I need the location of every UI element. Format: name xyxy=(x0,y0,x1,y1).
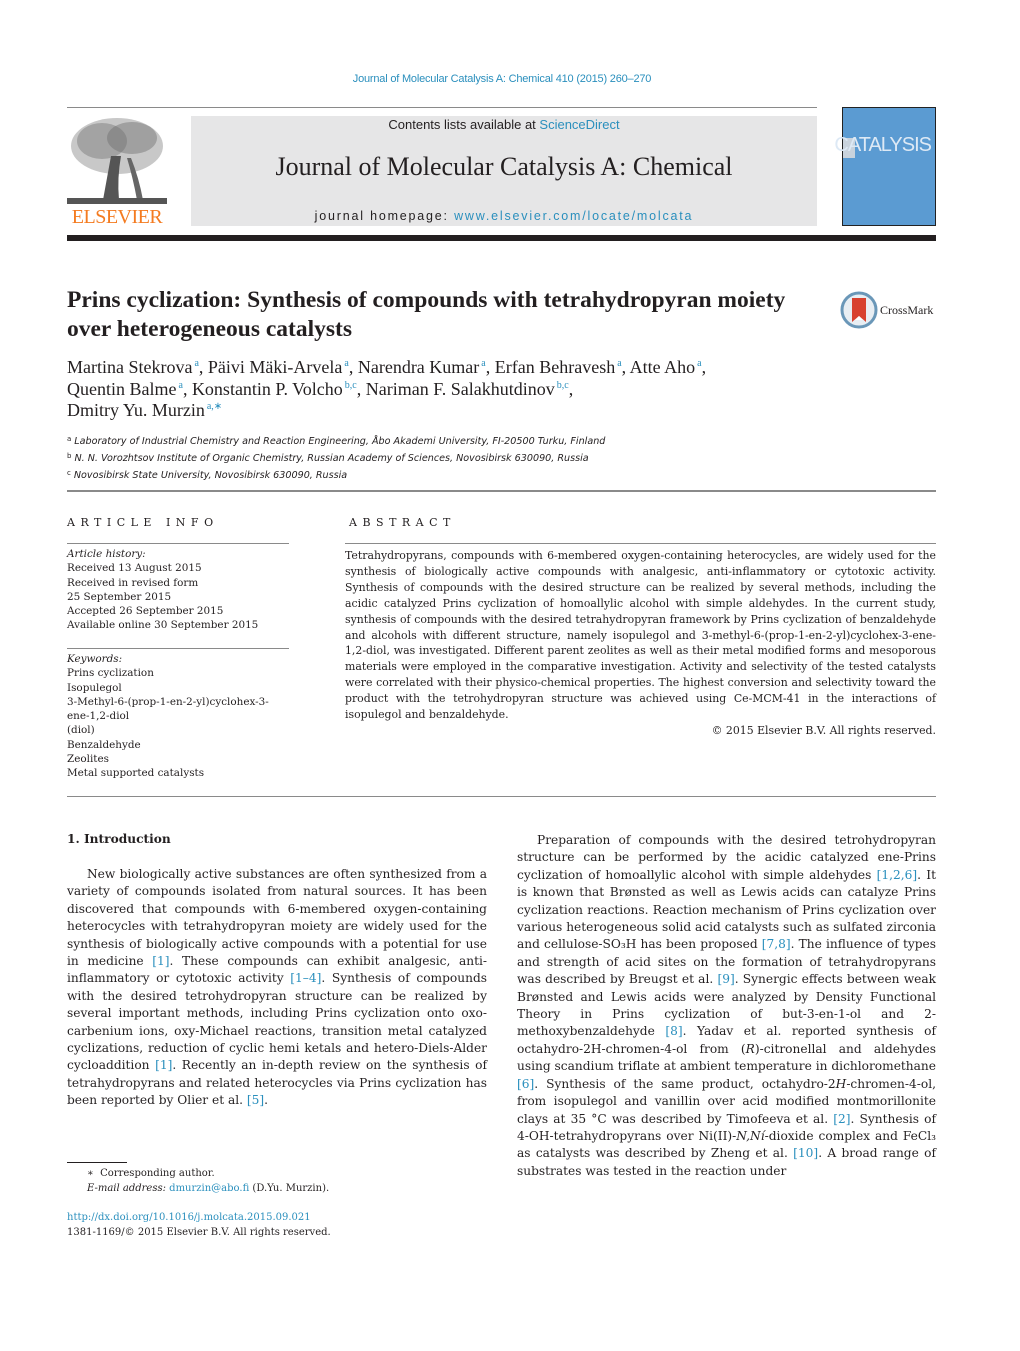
abstract-heading: ABSTRACT xyxy=(349,516,456,529)
journal-cover-image[interactable]: CATALYSIS xyxy=(834,107,936,226)
tree-icon xyxy=(67,118,167,204)
keyword: Benzaldehyde xyxy=(67,738,141,751)
author: Päivi Mäki-Arvela a, xyxy=(207,357,358,377)
body-column-left: New biologically active substances are o… xyxy=(67,866,487,1110)
body-column-right: Preparation of compounds with the desire… xyxy=(517,832,936,1180)
citation-link[interactable]: [8] xyxy=(665,1024,682,1038)
affiliation: c Novosibirsk State University, Novosibir… xyxy=(67,469,348,481)
citation-link[interactable]: [5] xyxy=(247,1093,264,1107)
affiliation-link[interactable]: b,c xyxy=(345,380,357,391)
keyword: Metal supported catalysts xyxy=(67,767,205,780)
crossmark-button[interactable]: CrossMark xyxy=(840,291,940,329)
crossmark-label: CrossMark xyxy=(880,303,934,317)
contents-prefix: Contents lists available at xyxy=(388,117,540,132)
footnote-rule xyxy=(67,1162,127,1163)
text-run: New biologically active substances are o… xyxy=(67,867,487,969)
italic-text: N,Ní xyxy=(736,1128,765,1143)
corresponding-note: ∗ Corresponding author. xyxy=(87,1168,215,1179)
history-item: 25 September 2015 xyxy=(67,590,172,603)
keyword: 3-Methyl-6-(prop-1-en-2-yl)cyclohex-3-en… xyxy=(67,695,269,723)
article-info-heading: ARTICLE INFO xyxy=(67,516,219,529)
author: Erfan Behravesh a, xyxy=(494,357,630,377)
citation-link[interactable]: [1] xyxy=(155,1058,172,1072)
contents-line: Contents lists available at ScienceDirec… xyxy=(191,117,817,132)
homepage-prefix: journal homepage: xyxy=(314,209,455,223)
keywords-label: Keywords: xyxy=(67,653,123,665)
abstract-rule xyxy=(345,543,936,544)
article-history: Article history: Received 13 August 2015… xyxy=(67,547,289,633)
author: Dmitry Yu. Murzin a,∗ xyxy=(67,400,223,420)
keywords: Keywords: Prins cyclization Isopulegol 3… xyxy=(67,652,289,781)
doi-link[interactable]: http://dx.doi.org/10.1016/j.molcata.2015… xyxy=(67,1211,467,1226)
text-run: Preparation of compounds with the desire… xyxy=(517,833,936,882)
history-item: Available online 30 September 2015 xyxy=(67,619,259,632)
keyword: Prins cyclization xyxy=(67,667,154,680)
crossmark-icon xyxy=(840,291,878,329)
affiliation: a Laboratory of Industrial Chemistry and … xyxy=(67,435,606,447)
paragraph: Preparation of compounds with the desire… xyxy=(517,832,936,1180)
header-thick-rule xyxy=(67,235,936,241)
citation-link[interactable]: [9] xyxy=(717,972,734,986)
italic-text: H xyxy=(835,1076,847,1091)
author: Atte Aho a, xyxy=(629,357,707,377)
keywords-rule xyxy=(67,648,289,649)
sciencedirect-link[interactable]: ScienceDirect xyxy=(539,117,619,132)
issn-line: 1381-1169/© 2015 Elsevier B.V. All right… xyxy=(67,1226,331,1238)
publisher-name: ELSEVIER xyxy=(71,206,163,228)
affiliation: b N. N. Vorozhtsov Institute of Organic C… xyxy=(67,452,589,464)
journal-title: Journal of Molecular Catalysis A: Chemic… xyxy=(275,152,733,181)
cover-title: CATALYSIS xyxy=(834,134,932,156)
journal-citation[interactable]: Journal of Molecular Catalysis A: Chemic… xyxy=(0,73,1004,85)
author: Nariman F. Salakhutdinov b,c, xyxy=(365,378,574,399)
doi-block: http://dx.doi.org/10.1016/j.molcata.2015… xyxy=(67,1211,467,1240)
footnote: ∗ Corresponding author. E-mail address: … xyxy=(67,1167,467,1196)
affiliation-link[interactable]: a,∗ xyxy=(207,401,222,412)
citation-link[interactable]: [2] xyxy=(833,1112,850,1126)
journal-homepage: journal homepage: www.elsevier.com/locat… xyxy=(191,209,817,223)
italic-text: R xyxy=(745,1041,755,1056)
affiliations: a Laboratory of Industrial Chemistry and … xyxy=(67,432,827,483)
article-info-rule xyxy=(67,543,289,544)
citation-link[interactable]: [1] xyxy=(152,954,169,968)
section-divider xyxy=(67,490,936,492)
keyword: (diol) xyxy=(67,724,95,737)
author: Konstantin P. Volcho b,c, xyxy=(191,378,366,399)
author: Martina Stekrova a, xyxy=(67,357,208,377)
text-run: . Synthesis of the same product, octahyd… xyxy=(534,1076,836,1091)
affiliation-link[interactable]: b,c xyxy=(557,380,569,391)
paragraph: New biologically active substances are o… xyxy=(67,866,487,1110)
author-list: Martina Stekrova a, Päivi Mäki-Arvela a, N… xyxy=(67,357,827,422)
author: Narendra Kumar a, xyxy=(357,357,495,377)
author: Quentin Balme a, xyxy=(67,378,192,399)
citation-link[interactable]: [10] xyxy=(793,1146,818,1160)
keyword: Isopulegol xyxy=(67,681,122,694)
header-rule xyxy=(67,107,817,108)
citation-link[interactable]: [7,8] xyxy=(762,937,791,951)
citation-link[interactable]: [1,2,6] xyxy=(877,868,918,882)
section-heading-introduction: 1. Introduction xyxy=(67,832,171,846)
text-run: . xyxy=(264,1093,269,1108)
history-item: Received in revised form xyxy=(67,576,199,589)
abstract-text: Tetrahydropyrans, compounds with 6-membe… xyxy=(345,549,936,722)
body-divider xyxy=(67,796,936,797)
history-item: Received 13 August 2015 xyxy=(67,562,202,575)
homepage-link[interactable]: www.elsevier.com/locate/molcata xyxy=(454,209,693,223)
keyword: Zeolites xyxy=(67,753,109,766)
email-link[interactable]: dmurzin@abo.fi xyxy=(169,1183,249,1194)
history-label: Article history: xyxy=(67,548,146,560)
email-note: E-mail address: dmurzin@abo.fi (D.Yu. Mu… xyxy=(87,1182,330,1194)
article-title: Prins cyclization: Synthesis of compound… xyxy=(67,287,786,342)
history-item: Accepted 26 September 2015 xyxy=(67,605,224,618)
abstract-copyright: © 2015 Elsevier B.V. All rights reserved… xyxy=(711,724,936,737)
citation-link[interactable]: [6] xyxy=(517,1077,534,1091)
citation-link[interactable]: [1–4] xyxy=(290,971,321,985)
